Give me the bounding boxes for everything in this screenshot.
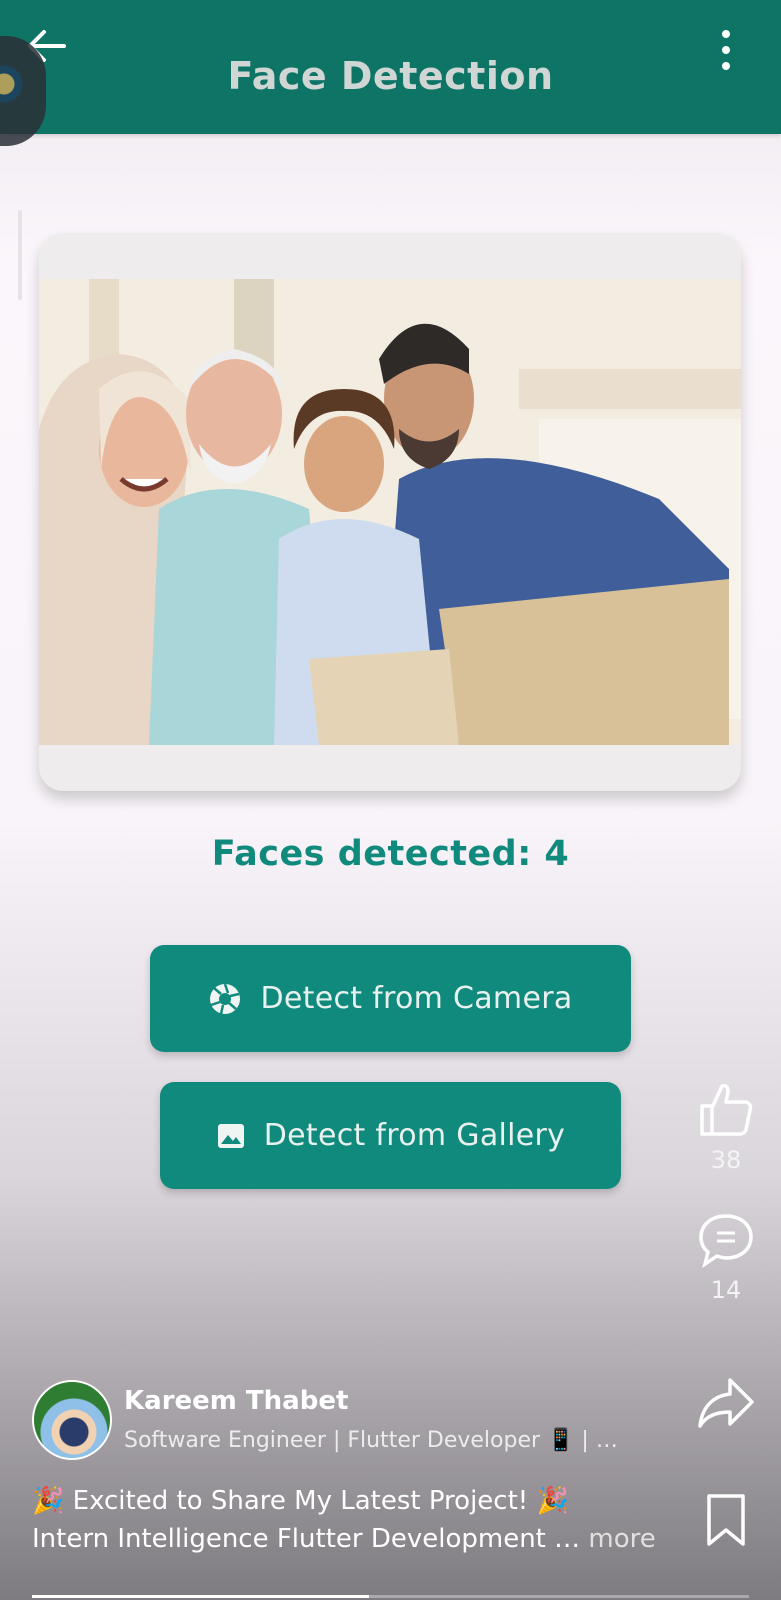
image-card bbox=[39, 233, 741, 791]
camera-button-label: Detect from Camera bbox=[260, 981, 573, 1016]
post-caption[interactable]: 🎉 Excited to Share My Latest Project! 🎉 … bbox=[32, 1482, 672, 1558]
share-icon bbox=[698, 1378, 754, 1428]
detect-from-camera-button[interactable]: Detect from Camera bbox=[150, 945, 631, 1052]
caption-ellipsis: … bbox=[554, 1524, 581, 1554]
comment-icon bbox=[699, 1214, 753, 1268]
page-title: Face Detection bbox=[227, 54, 554, 98]
gallery-button-label: Detect from Gallery bbox=[263, 1118, 566, 1153]
like-count: 38 bbox=[710, 1146, 742, 1174]
video-progress-fill bbox=[32, 1595, 369, 1598]
comment-action[interactable]: 14 bbox=[690, 1212, 762, 1304]
app-bar: Face Detection bbox=[0, 0, 781, 134]
more-vertical-icon bbox=[722, 30, 730, 38]
avatar[interactable] bbox=[32, 1380, 112, 1460]
caption-line-1: 🎉 Excited to Share My Latest Project! 🎉 bbox=[32, 1486, 569, 1516]
share-action[interactable] bbox=[690, 1374, 762, 1434]
family-photo-illustration bbox=[39, 279, 741, 745]
author-name[interactable]: Kareem Thabet bbox=[124, 1386, 348, 1416]
more-menu-button[interactable] bbox=[716, 26, 736, 74]
menu-dot bbox=[722, 46, 730, 54]
menu-dot bbox=[722, 62, 730, 70]
family-photo bbox=[39, 279, 741, 745]
thumbs-up-icon bbox=[700, 1083, 753, 1136]
scroll-indicator bbox=[18, 210, 22, 300]
image-icon bbox=[217, 1123, 244, 1148]
like-action[interactable]: 38 bbox=[690, 1080, 762, 1174]
see-more-link[interactable]: more bbox=[588, 1524, 655, 1554]
video-progress-bar[interactable] bbox=[32, 1595, 749, 1598]
post-author[interactable]: Kareem Thabet Software Engineer | Flutte… bbox=[32, 1380, 652, 1460]
faces-detected-label: Faces detected: 4 bbox=[211, 834, 570, 874]
bookmark-icon bbox=[707, 1494, 745, 1546]
caption-line-2-text: Intern Intelligence Flutter Development bbox=[32, 1524, 546, 1554]
camera-aperture-icon bbox=[210, 983, 241, 1014]
author-headline: Software Engineer | Flutter Developer 📱 … bbox=[124, 1428, 618, 1453]
save-action[interactable] bbox=[690, 1492, 762, 1552]
comment-count: 14 bbox=[710, 1276, 742, 1304]
detect-from-gallery-button[interactable]: Detect from Gallery bbox=[160, 1082, 621, 1189]
caption-line-2: Intern Intelligence Flutter Development … bbox=[32, 1520, 672, 1558]
